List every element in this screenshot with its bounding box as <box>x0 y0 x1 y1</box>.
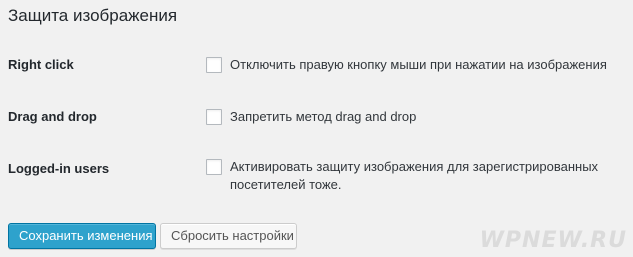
drag-and-drop-label: Drag and drop <box>8 109 97 124</box>
drag-and-drop-checkbox[interactable] <box>206 109 222 125</box>
logged-in-users-label: Logged-in users <box>8 161 110 176</box>
drag-and-drop-description[interactable]: Запретить метод drag and drop <box>230 108 416 126</box>
right-click-description[interactable]: Отключить правую кнопку мыши при нажатии… <box>230 56 607 74</box>
save-changes-button[interactable]: Сохранить изменения <box>8 223 156 249</box>
section-title: Защита изображения <box>8 6 178 25</box>
right-click-label: Right click <box>8 57 74 72</box>
right-click-checkbox[interactable] <box>206 57 222 73</box>
logged-in-users-checkbox[interactable] <box>206 159 222 175</box>
logged-in-users-description[interactable]: Активировать защиту изображения для заре… <box>230 158 620 194</box>
logged-in-users-option: Активировать защиту изображения для заре… <box>206 158 620 194</box>
right-click-option: Отключить правую кнопку мыши при нажатии… <box>206 56 607 74</box>
watermark-logo: WPNEW.RU <box>479 228 627 253</box>
drag-and-drop-option: Запретить метод drag and drop <box>206 108 416 126</box>
reset-settings-button[interactable]: Сбросить настройки <box>160 223 297 249</box>
